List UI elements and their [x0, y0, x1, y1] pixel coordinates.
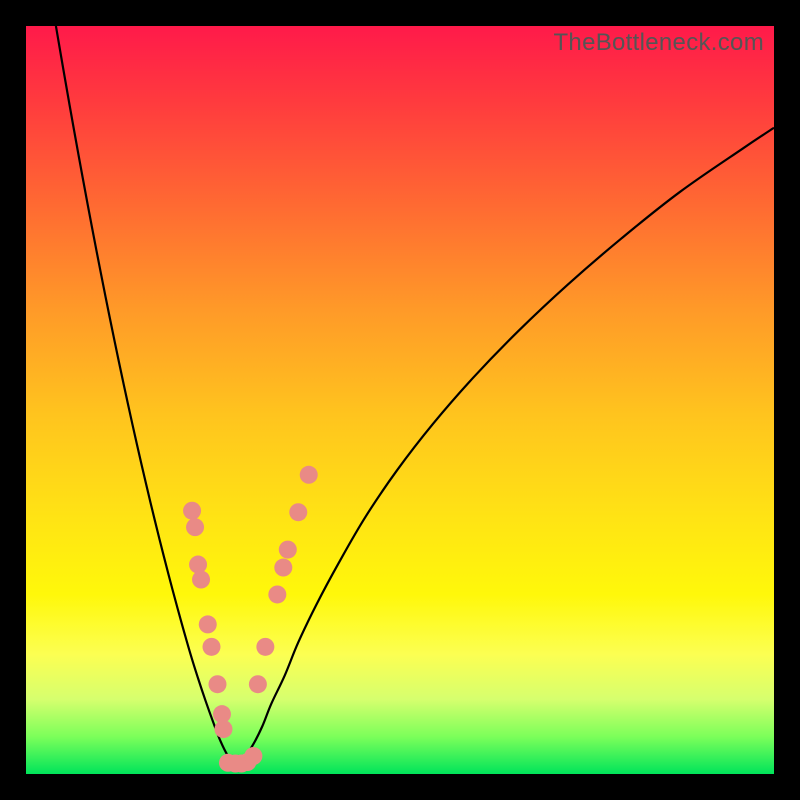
chart-svg — [26, 26, 774, 774]
data-marker — [279, 541, 297, 559]
right-curve — [235, 128, 774, 767]
data-marker — [256, 638, 274, 656]
data-marker — [244, 747, 262, 765]
data-marker — [203, 638, 221, 656]
data-marker — [189, 556, 207, 574]
left-curve — [56, 26, 236, 767]
data-marker — [192, 571, 210, 589]
data-markers — [183, 466, 318, 773]
data-marker — [274, 559, 292, 577]
data-marker — [300, 466, 318, 484]
data-marker — [208, 675, 226, 693]
data-marker — [186, 518, 204, 536]
plot-area: TheBottleneck.com — [26, 26, 774, 774]
chart-frame: TheBottleneck.com — [0, 0, 800, 800]
data-marker — [249, 675, 267, 693]
data-marker — [289, 503, 307, 521]
data-marker — [214, 720, 232, 738]
data-marker — [199, 615, 217, 633]
data-marker — [268, 585, 286, 603]
data-marker — [183, 502, 201, 520]
